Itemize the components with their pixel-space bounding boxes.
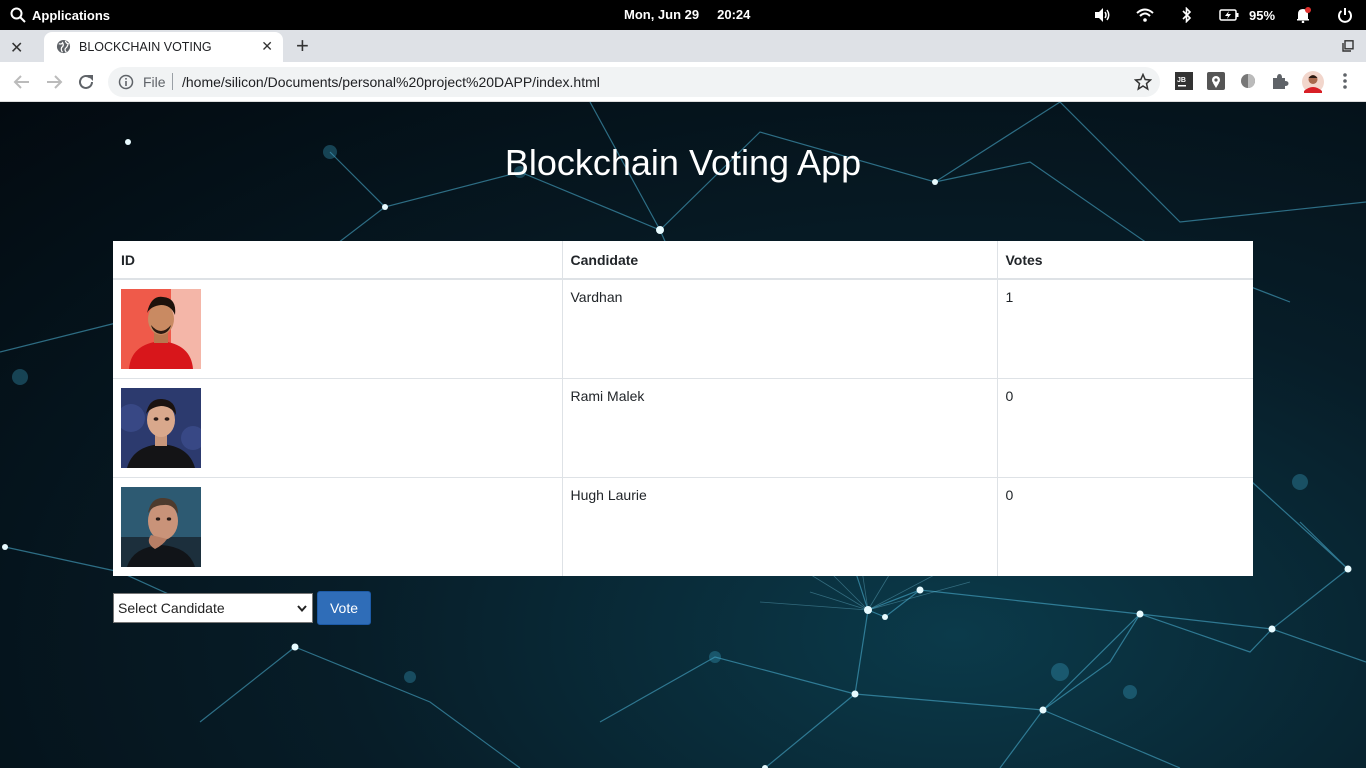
forward-arrow-icon[interactable] bbox=[44, 72, 64, 92]
column-header-votes: Votes bbox=[997, 241, 1253, 280]
tab-title: BLOCKCHAIN VOTING bbox=[79, 40, 212, 54]
reload-icon[interactable] bbox=[76, 72, 96, 92]
candidate-votes: 1 bbox=[997, 278, 1253, 379]
search-icon bbox=[10, 7, 26, 23]
clock[interactable]: Mon, Jun 29 20:24 bbox=[624, 7, 750, 22]
notification-bell-icon[interactable] bbox=[1282, 0, 1324, 30]
menu-kebab-icon[interactable] bbox=[1337, 72, 1353, 90]
candidate-photo-cell bbox=[113, 378, 563, 478]
table-row: Vardhan 1 bbox=[113, 278, 1253, 379]
candidate-votes: 0 bbox=[997, 378, 1253, 478]
candidate-votes: 0 bbox=[997, 477, 1253, 576]
wifi-icon[interactable] bbox=[1124, 0, 1166, 30]
column-header-id: ID bbox=[113, 241, 563, 280]
globe-icon bbox=[56, 39, 71, 54]
address-bar[interactable]: File /home/silicon/Documents/personal%20… bbox=[108, 67, 1160, 97]
table-row: Hugh Laurie 0 bbox=[113, 477, 1253, 576]
tab-close-icon[interactable]: ✕ bbox=[261, 38, 273, 55]
applications-label: Applications bbox=[32, 7, 111, 23]
info-icon[interactable] bbox=[118, 74, 134, 90]
new-tab-icon[interactable]: + bbox=[296, 33, 309, 59]
vote-button[interactable]: Vote bbox=[317, 591, 371, 625]
candidate-photo-cell bbox=[113, 477, 563, 576]
close-window-icon[interactable]: ✕ bbox=[10, 38, 23, 58]
candidate-photo bbox=[121, 289, 201, 369]
candidate-photo bbox=[121, 388, 201, 468]
candidate-name: Rami Malek bbox=[562, 378, 998, 478]
tab-strip: ✕ BLOCKCHAIN VOTING ✕ + bbox=[0, 30, 1366, 62]
table-row: Rami Malek 0 bbox=[113, 378, 1253, 478]
extensions-puzzle-icon[interactable] bbox=[1271, 72, 1289, 90]
volume-icon[interactable] bbox=[1082, 0, 1124, 30]
battery-percent: 95% bbox=[1248, 7, 1276, 23]
table-header-row: ID Candidate Votes bbox=[113, 241, 1253, 280]
candidate-select-value: Select Candidate bbox=[118, 600, 225, 616]
jetbrains-extension-icon[interactable]: JB bbox=[1175, 72, 1193, 90]
date-text: Mon, Jun 29 bbox=[624, 7, 700, 22]
time-text: 20:24 bbox=[717, 7, 751, 22]
back-arrow-icon[interactable] bbox=[12, 72, 32, 92]
system-top-bar: Applications Mon, Jun 29 20:24 95% bbox=[0, 0, 1366, 30]
candidate-select[interactable]: Select Candidate bbox=[113, 593, 313, 623]
page-title: Blockchain Voting App bbox=[504, 142, 862, 183]
browser-toolbar: File /home/silicon/Documents/personal%20… bbox=[0, 62, 1366, 102]
tab-blockchain-voting[interactable]: BLOCKCHAIN VOTING ✕ bbox=[44, 32, 283, 62]
svg-text:JB: JB bbox=[1177, 77, 1186, 84]
candidate-photo bbox=[121, 487, 201, 567]
candidate-name: Hugh Laurie bbox=[562, 477, 998, 576]
candidate-name: Vardhan bbox=[562, 278, 998, 379]
restore-window-icon[interactable] bbox=[1342, 40, 1354, 52]
url-text[interactable]: /home/silicon/Documents/personal%20proje… bbox=[182, 74, 600, 90]
url-scheme: File bbox=[143, 74, 166, 90]
chevron-down-icon bbox=[297, 605, 307, 613]
voting-app-page: Blockchain Voting App ID Candidate Votes bbox=[0, 102, 1366, 768]
bluetooth-icon[interactable] bbox=[1166, 0, 1208, 30]
map-pin-extension-icon[interactable] bbox=[1207, 72, 1225, 90]
profile-avatar-icon[interactable] bbox=[1302, 71, 1324, 93]
candidates-table: ID Candidate Votes Vardhan 1 Rami Malek … bbox=[113, 241, 1253, 576]
url-separator bbox=[172, 73, 173, 90]
power-icon[interactable] bbox=[1324, 0, 1366, 30]
applications-menu[interactable]: Applications bbox=[10, 7, 110, 23]
candidate-photo-cell bbox=[113, 278, 563, 379]
column-header-candidate: Candidate bbox=[562, 241, 998, 280]
bookmark-star-icon[interactable] bbox=[1134, 73, 1152, 91]
circle-extension-icon[interactable] bbox=[1239, 72, 1257, 90]
system-tray: 95% bbox=[1082, 0, 1366, 30]
vote-form: Select Candidate Vote bbox=[113, 591, 371, 625]
